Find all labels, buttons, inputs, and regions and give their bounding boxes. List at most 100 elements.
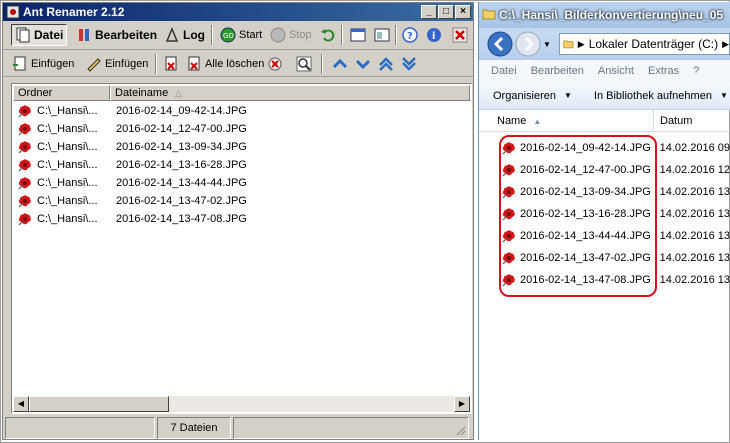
arrow-down-icon (355, 59, 371, 70)
window-icon (350, 28, 366, 42)
drive-folder-icon (563, 40, 574, 49)
status-panel-right (233, 417, 469, 439)
insert-folder-icon (87, 58, 101, 72)
svg-text:GO: GO (223, 32, 234, 40)
toolbar-separator (211, 25, 213, 45)
datei-label: Datei (34, 28, 64, 42)
log-tab[interactable]: Log (161, 24, 208, 46)
history-dropdown-icon[interactable]: ▼ (543, 40, 551, 49)
insert-folders-button[interactable]: Einfügen (83, 53, 151, 75)
move-top-button[interactable] (329, 53, 351, 75)
undo-icon (321, 29, 335, 42)
table-row[interactable]: C:\_Hansi\... 2016-02-14_13-16-28.JPG (13, 156, 470, 174)
menu-ansicht[interactable]: Ansicht (598, 65, 634, 77)
start-label: Start (239, 29, 263, 41)
explorer-title-bar: C:\_Hansi\_Bilderkonvertierung\neu_05 (479, 2, 730, 28)
table-row[interactable]: C:\_Hansi\... 2016-02-14_12-47-00.JPG (13, 120, 470, 138)
highlight-annotation (499, 135, 657, 297)
file-icon (18, 105, 31, 118)
explorer-window-title: C:\_Hansi\_Bilderkonvertierung\neu_05 (499, 8, 724, 22)
ant-app-icon (6, 5, 20, 19)
menu-bearbeiten[interactable]: Bearbeiten (531, 65, 584, 77)
back-button[interactable] (487, 31, 513, 57)
forward-button[interactable] (515, 31, 541, 57)
menu-extras[interactable]: Extras (648, 65, 679, 77)
ant-window-title: Ant Renamer 2.12 (23, 5, 125, 19)
scroll-thumb[interactable] (29, 396, 169, 412)
bibliothek-button[interactable]: In Bibliothek aufnehmen ▼ (594, 90, 728, 102)
remove-dead-button[interactable] (264, 53, 286, 75)
datei-tab[interactable]: Datei (11, 24, 68, 46)
organisieren-label: Organisieren (493, 89, 556, 102)
row-dateiname: 2016-02-14_13-09-34.JPG (116, 141, 247, 153)
item-date: 14.02.2016 13 (659, 230, 730, 242)
move-down-button[interactable] (375, 53, 397, 75)
table-row[interactable]: C:\_Hansi\... 2016-02-14_13-47-08.JPG (13, 210, 470, 228)
magnifier-icon (296, 56, 312, 72)
stop-button[interactable]: Stop (267, 24, 315, 46)
toolbar-separator (395, 25, 397, 45)
toolbar-separator (321, 54, 323, 74)
row-ordner: C:\_Hansi\... (37, 213, 98, 225)
svg-text:?: ? (407, 31, 413, 42)
insert-files-button[interactable]: Einfügen (9, 53, 77, 75)
remove-all-label: Alle löschen (205, 58, 265, 70)
undo-button[interactable] (317, 24, 339, 46)
panel-button[interactable] (371, 24, 393, 46)
menu-datei[interactable]: Datei (491, 65, 517, 77)
main-toolbar: Datei Bearbeiten Log GO Start Stop ? i (3, 22, 473, 50)
table-row[interactable]: C:\_Hansi\... 2016-02-14_13-44-44.JPG (13, 174, 470, 192)
organisieren-button[interactable]: Organisieren ▼ (493, 90, 572, 102)
help-button[interactable]: ? (399, 24, 421, 46)
move-bottom-button[interactable] (398, 53, 420, 75)
menu-help[interactable]: ? (693, 65, 699, 77)
start-button[interactable]: GO Start (217, 24, 265, 46)
column-datum[interactable]: Datum (654, 110, 692, 131)
table-row[interactable]: C:\_Hansi\... 2016-02-14_13-47-02.JPG (13, 192, 470, 210)
double-arrow-up-icon (379, 57, 393, 71)
bearbeiten-tab[interactable]: Bearbeiten (73, 24, 160, 46)
bibliothek-label: In Bibliothek aufnehmen (593, 89, 712, 102)
minimize-button[interactable]: _ (421, 5, 437, 19)
info-icon: i (427, 28, 441, 42)
close-button[interactable]: × (455, 5, 471, 19)
file-rows: C:\_Hansi\... 2016-02-14_09-42-14.JPG C:… (13, 102, 470, 228)
item-date: 14.02.2016 13 (659, 208, 730, 220)
insert-folders-label: Einfügen (105, 58, 149, 70)
table-row[interactable]: C:\_Hansi\... 2016-02-14_09-42-14.JPG (13, 102, 470, 120)
address-bar[interactable]: ▶ Lokaler Datenträger (C:) ▶ (559, 33, 730, 55)
remove-all-button[interactable]: Alle löschen (183, 53, 267, 75)
exit-button[interactable] (449, 24, 471, 46)
column-ordner[interactable]: Ordner (13, 85, 110, 101)
row-ordner: C:\_Hansi\... (37, 159, 98, 171)
chevron-down-icon: ▼ (563, 91, 572, 100)
exit-icon (452, 27, 468, 43)
resize-grip-icon[interactable] (454, 424, 466, 436)
breadcrumb-separator-icon: ▶ (577, 38, 585, 49)
row-dateiname: 2016-02-14_13-47-02.JPG (116, 195, 247, 207)
row-ordner: C:\_Hansi\... (37, 195, 98, 207)
scroll-left-button[interactable]: ◀ (13, 396, 29, 412)
insert-file-icon (13, 56, 26, 71)
file-list[interactable]: Ordner Dateiname △ C:\_Hansi\... 2016-02… (11, 83, 472, 414)
window-button[interactable] (347, 24, 369, 46)
maximize-button[interactable]: □ (438, 5, 454, 19)
row-dateiname: 2016-02-14_09-42-14.JPG (116, 105, 247, 117)
log-icon (165, 27, 179, 42)
tools-icon (79, 29, 89, 41)
column-dateiname[interactable]: Dateiname △ (110, 85, 470, 101)
scroll-right-button[interactable]: ▶ (454, 396, 470, 412)
horizontal-scrollbar[interactable]: ◀ ▶ (13, 396, 470, 412)
info-button[interactable]: i (423, 24, 445, 46)
column-name-label: Name (497, 115, 527, 127)
move-up-button[interactable] (352, 53, 374, 75)
remove-selected-button[interactable] (160, 53, 182, 75)
table-row[interactable]: C:\_Hansi\... 2016-02-14_13-09-34.JPG (13, 138, 470, 156)
row-ordner: C:\_Hansi\... (37, 141, 98, 153)
svg-text:i: i (432, 31, 435, 42)
preview-button[interactable] (293, 53, 315, 75)
remove-file-icon (165, 56, 177, 71)
item-date: 14.02.2016 13 (659, 274, 730, 286)
row-dateiname: 2016-02-14_13-47-08.JPG (116, 213, 247, 225)
column-name[interactable]: Name ▲ (479, 110, 654, 131)
